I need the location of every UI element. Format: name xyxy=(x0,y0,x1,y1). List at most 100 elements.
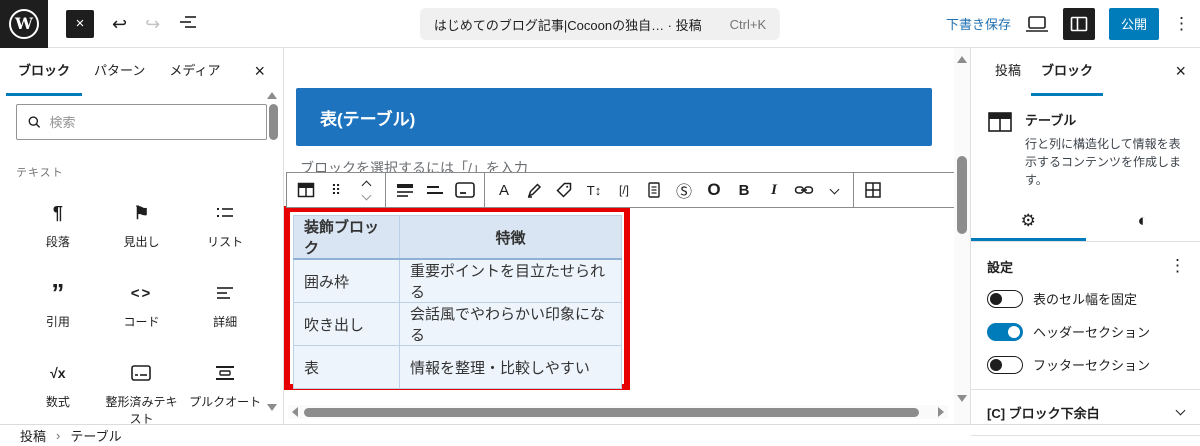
settings-heading: 設定 xyxy=(987,257,1013,276)
scroll-up-arrow[interactable] xyxy=(957,56,967,63)
edit-table-button[interactable] xyxy=(858,173,888,207)
italic-button[interactable]: I xyxy=(759,173,789,207)
bold-button[interactable]: B xyxy=(729,173,759,207)
undo-button[interactable]: ↩ xyxy=(112,15,127,33)
header-section-toggle[interactable] xyxy=(987,323,1023,341)
block-item-heading[interactable]: ⚑ 見出し xyxy=(100,190,184,260)
fixed-cell-width-toggle[interactable] xyxy=(987,290,1023,308)
kebab-icon: ⋮ xyxy=(1173,14,1190,33)
block-item-math[interactable]: √x 数式 xyxy=(16,350,100,436)
preformatted-icon xyxy=(130,364,152,382)
table-cell[interactable]: 表 xyxy=(294,346,400,389)
link-button[interactable] xyxy=(789,173,819,207)
more-formats-button[interactable] xyxy=(819,173,849,207)
scroll-down-arrow[interactable] xyxy=(957,395,967,402)
tab-styles[interactable]: ◐ xyxy=(1086,203,1200,241)
heading-icon: ⚑ xyxy=(133,200,149,226)
block-card-title: テーブル xyxy=(1025,108,1184,129)
table-cell[interactable]: 会話風でやわらかい印象になる xyxy=(400,303,622,346)
table-block-icon xyxy=(296,180,316,200)
table-block-type-button[interactable] xyxy=(291,173,321,207)
table-cell[interactable]: 囲み枠 xyxy=(294,259,400,303)
footer-section-toggle[interactable] xyxy=(987,356,1023,374)
o-shape-button[interactable]: O xyxy=(699,173,729,207)
panel-block-bottom-margin[interactable]: [C] ブロック下余白 xyxy=(971,389,1200,435)
sidebar-scroll-up-arrow[interactable] xyxy=(267,92,277,99)
caption-button[interactable] xyxy=(450,173,480,207)
wordpress-logo-icon: W xyxy=(9,9,39,39)
canvas-horizontal-scrollbar[interactable] xyxy=(288,405,948,419)
settings-sidebar: 投稿 ブロック × テーブル 行と列に構造化して情報を表示するコンテンツを作成し… xyxy=(970,48,1200,424)
chevron-down-icon xyxy=(1176,406,1186,416)
drag-handle[interactable]: ⠿ xyxy=(321,173,351,207)
move-block-buttons[interactable] xyxy=(351,173,381,207)
toggle-row-footer-section: フッターセクション xyxy=(971,348,1200,381)
block-item-paragraph[interactable]: ¶ 段落 xyxy=(16,190,100,260)
tab-media[interactable]: メディア xyxy=(157,46,232,96)
publish-button[interactable]: 公開 xyxy=(1109,8,1159,40)
settings-section-header: 設定 ⋮ xyxy=(971,242,1200,282)
tab-block[interactable]: ブロック xyxy=(1031,46,1103,96)
settings-sidebar-toggle-button[interactable] xyxy=(1063,8,1095,40)
paragraph-placeholder[interactable]: ブロックを選択するには「/」を入力 xyxy=(300,158,528,173)
chevron-down-icon xyxy=(829,184,839,194)
table-row: 囲み枠 重要ポイントを目立たせられる xyxy=(294,259,622,303)
tab-settings[interactable]: ⚙ xyxy=(971,203,1086,241)
font-color-button[interactable]: A xyxy=(489,173,519,207)
settings-close-button[interactable]: × xyxy=(1167,57,1194,86)
save-draft-button[interactable]: 下書き保存 xyxy=(946,14,1011,33)
editor-canvas[interactable]: 表(テーブル) ブロックを選択するには「/」を入力 ⠿ xyxy=(284,48,954,424)
block-inserter-toggle-button[interactable]: × xyxy=(66,10,94,38)
memo-icon xyxy=(646,181,662,199)
laptop-icon xyxy=(1025,14,1049,34)
tab-blocks[interactable]: ブロック xyxy=(6,46,82,96)
redo-button[interactable]: ↪ xyxy=(145,15,160,33)
block-search-input[interactable] xyxy=(49,115,256,130)
table-cell[interactable]: 情報を整理・比較しやすい xyxy=(400,346,622,389)
table-cell[interactable]: 重要ポイントを目立たせられる xyxy=(400,259,622,303)
settings-options-button[interactable]: ⋮ xyxy=(1169,256,1186,276)
tag-button[interactable] xyxy=(549,173,579,207)
table-cell[interactable]: 吹き出し xyxy=(294,303,400,346)
table-header-cell[interactable]: 特徴 xyxy=(400,216,622,260)
link-icon xyxy=(794,183,814,197)
list-view-button[interactable] xyxy=(178,12,198,35)
table-style-default-button[interactable] xyxy=(390,173,420,207)
shortcode-button[interactable]: [/] xyxy=(609,173,639,207)
wordpress-logo[interactable]: W xyxy=(0,0,48,48)
style-header-lines-icon xyxy=(395,181,415,199)
preview-button[interactable] xyxy=(1025,14,1049,34)
font-size-button[interactable]: T↕ xyxy=(579,173,609,207)
inserter-close-button[interactable]: × xyxy=(244,57,275,86)
s-circle-button[interactable]: Ⓢ xyxy=(669,173,699,207)
vertical-scrollbar-thumb[interactable] xyxy=(957,156,967,234)
block-item-details[interactable]: 詳細 xyxy=(183,270,267,340)
block-item-code[interactable]: <> コード xyxy=(100,270,184,340)
heading-block[interactable]: 表(テーブル) xyxy=(296,88,932,146)
options-menu-button[interactable]: ⋮ xyxy=(1173,14,1190,34)
marker-button[interactable] xyxy=(519,173,549,207)
align-text-button[interactable] xyxy=(420,173,450,207)
block-item-pullquote[interactable]: プルクオート xyxy=(183,350,267,436)
panel-advanced-settings[interactable]: 高度な設定 xyxy=(971,435,1200,446)
document-overview-bar[interactable]: はじめてのブログ記事|Cocoonの独自… · 投稿 Ctrl+K xyxy=(420,8,780,40)
table-block[interactable]: 装飾ブロック 特徴 囲み枠 重要ポイントを目立たせられる 吹き出し 会話風でやわ… xyxy=(293,215,622,389)
block-category-label: テキスト xyxy=(16,164,267,180)
scroll-left-arrow[interactable] xyxy=(292,407,298,417)
table-header-cell[interactable]: 装飾ブロック xyxy=(294,216,400,260)
memo-button[interactable] xyxy=(639,173,669,207)
tab-patterns[interactable]: パターン xyxy=(82,46,157,96)
toolbar-group-block: ⠿ xyxy=(287,173,386,207)
scroll-right-arrow[interactable] xyxy=(938,407,944,417)
sidebar-scrollbar-thumb[interactable] xyxy=(269,104,278,140)
sidebar-scroll-down-arrow[interactable] xyxy=(267,404,277,411)
horizontal-scrollbar-thumb[interactable] xyxy=(304,408,919,417)
heading-block-text: 表(テーブル) xyxy=(320,105,415,130)
block-item-list[interactable]: リスト xyxy=(183,190,267,260)
list-icon xyxy=(215,204,235,222)
tab-post[interactable]: 投稿 xyxy=(985,46,1031,96)
gear-icon: ⚙ xyxy=(1021,211,1036,231)
block-item-preformatted[interactable]: 整形済みテキスト xyxy=(100,350,184,436)
canvas-vertical-scrollbar[interactable] xyxy=(954,48,970,424)
block-item-quote[interactable]: ” 引用 xyxy=(16,270,100,340)
